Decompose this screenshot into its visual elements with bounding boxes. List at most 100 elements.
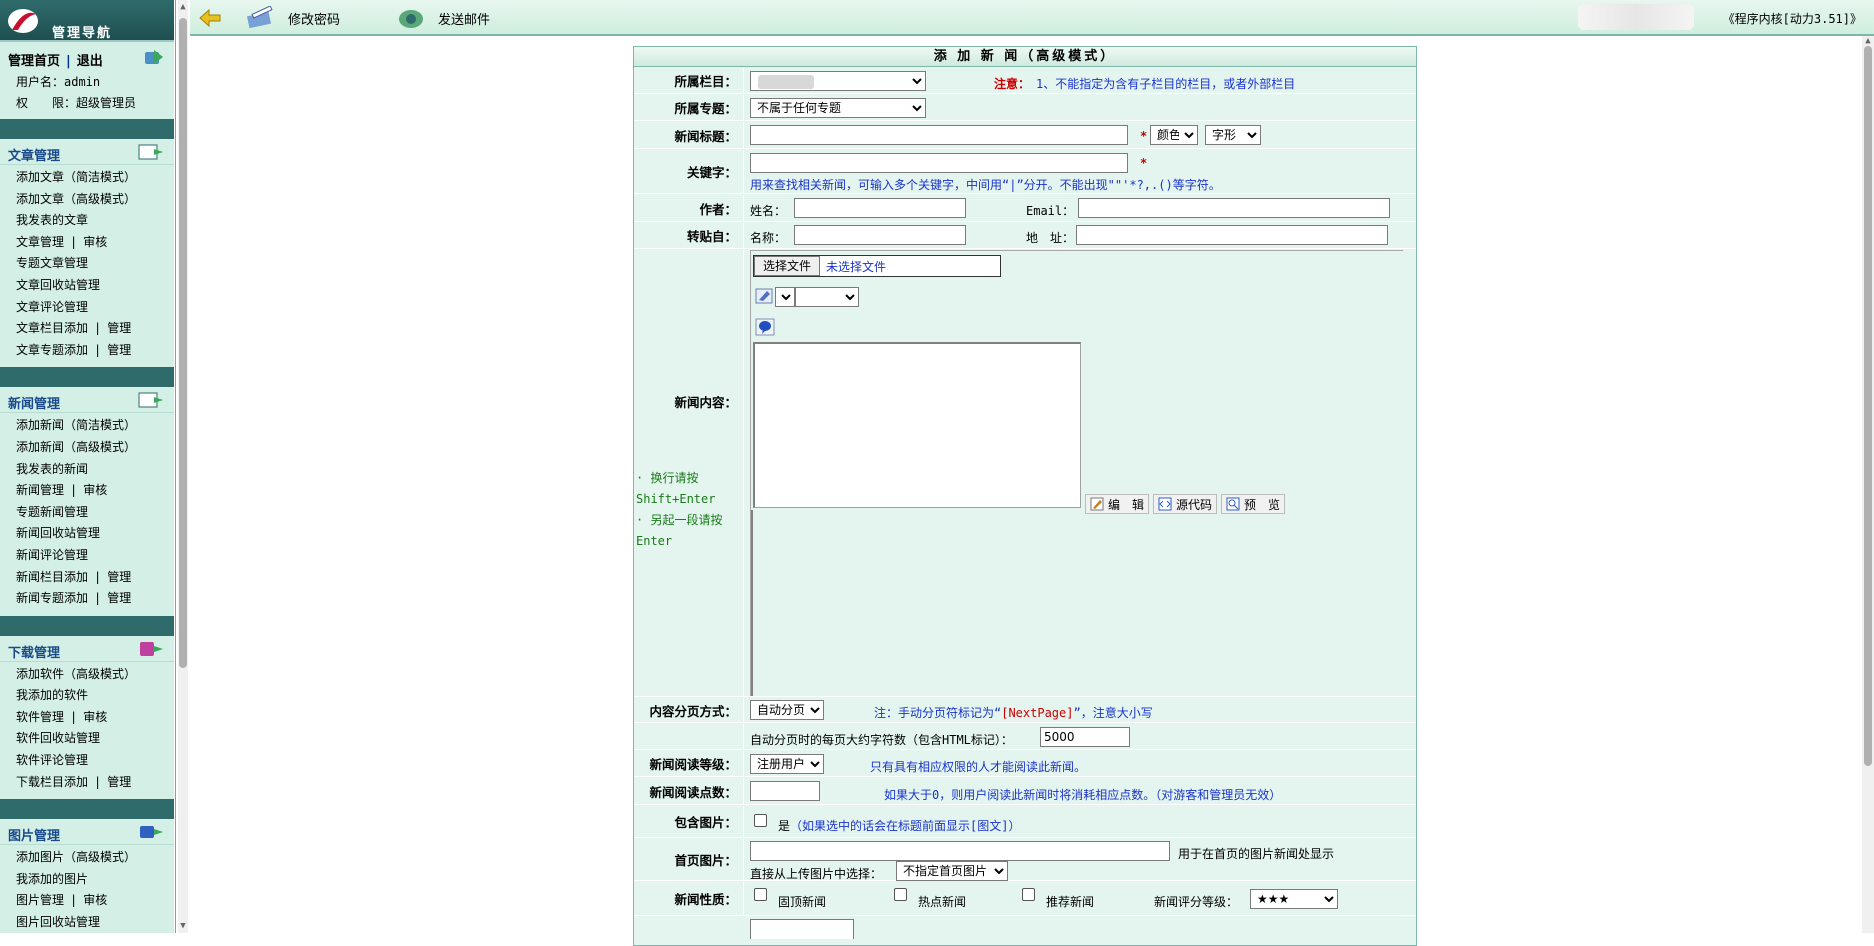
- sidebar-item-sublink[interactable]: 管理: [107, 343, 131, 357]
- sidebar-item-label[interactable]: 新闻回收站管理: [16, 526, 100, 540]
- sidebar-item[interactable]: 添加文章（简洁模式）: [0, 167, 174, 189]
- sidebar-item-sublink[interactable]: 管理: [107, 321, 131, 335]
- source-name-input[interactable]: [794, 225, 966, 245]
- section-header-downloads[interactable]: 下载管理: [0, 635, 174, 662]
- auto-page-size-input[interactable]: [1040, 727, 1130, 747]
- sidebar-item[interactable]: 添加新闻（简洁模式）: [0, 415, 174, 437]
- sidebar-item-label[interactable]: 文章回收站管理: [16, 278, 100, 292]
- sidebar-item[interactable]: 我添加的图片: [0, 869, 174, 891]
- sidebar-item-label[interactable]: 添加新闻（高级模式）: [16, 440, 136, 454]
- home-picture-select[interactable]: 不指定首页图片: [896, 861, 1008, 881]
- scrollbar-thumb[interactable]: [179, 18, 187, 668]
- sidebar-item-label[interactable]: 新闻管理: [16, 483, 64, 497]
- sidebar-item-label[interactable]: 软件管理: [16, 710, 64, 724]
- sidebar-item[interactable]: 新闻栏目添加 | 管理: [0, 567, 174, 589]
- paging-select[interactable]: 自动分页: [750, 700, 824, 720]
- read-level-select[interactable]: 注册用户: [750, 754, 824, 774]
- keywords-input[interactable]: [750, 153, 1128, 173]
- news-title-input[interactable]: [750, 125, 1128, 145]
- refresh-icon[interactable]: [142, 48, 164, 68]
- sidebar-item-label[interactable]: 下载栏目添加: [16, 775, 88, 789]
- scroll-down-icon[interactable]: ▼: [178, 921, 188, 931]
- sidebar-item[interactable]: 图片回收站管理: [0, 912, 174, 933]
- sidebar-item-label[interactable]: 专题新闻管理: [16, 505, 88, 519]
- sidebar-scrollbar[interactable]: ▲ ▼: [178, 0, 188, 933]
- section-header-pictures[interactable]: 图片管理: [0, 819, 174, 846]
- logout-link[interactable]: 退出: [77, 54, 103, 69]
- sidebar-item-sublink[interactable]: 管理: [107, 591, 131, 605]
- sidebar-item-sublink[interactable]: 审核: [83, 483, 107, 497]
- sidebar-item[interactable]: 新闻专题添加 | 管理: [0, 588, 174, 610]
- sidebar-item[interactable]: 文章栏目添加 | 管理: [0, 318, 174, 340]
- sidebar-item[interactable]: 专题新闻管理: [0, 502, 174, 524]
- sidebar-item[interactable]: 软件评论管理: [0, 750, 174, 772]
- send-mail-button[interactable]: 发送邮件: [396, 6, 490, 30]
- sidebar-item-label[interactable]: 软件评论管理: [16, 753, 88, 767]
- sidebar-item-sublink[interactable]: 审核: [83, 893, 107, 907]
- sidebar-item-sublink[interactable]: 管理: [107, 570, 131, 584]
- eraser-icon[interactable]: [755, 287, 773, 305]
- scroll-up-icon[interactable]: ▲: [1862, 36, 1874, 46]
- hot-news-checkbox[interactable]: [894, 888, 907, 901]
- sidebar-item-label[interactable]: 添加文章（简洁模式）: [16, 170, 136, 184]
- recommend-news-checkbox[interactable]: [1022, 888, 1035, 901]
- sidebar-item[interactable]: 文章回收站管理: [0, 275, 174, 297]
- next-field-partial[interactable]: [750, 919, 854, 939]
- sidebar-item-label[interactable]: 图片管理: [16, 893, 64, 907]
- sidebar-item-sublink[interactable]: 审核: [83, 235, 107, 249]
- sidebar-item[interactable]: 图片管理 | 审核: [0, 890, 174, 912]
- scroll-up-icon[interactable]: ▲: [178, 2, 188, 12]
- preview-mode-button[interactable]: 预 览: [1221, 494, 1286, 514]
- sidebar-item[interactable]: 文章管理 | 审核: [0, 232, 174, 254]
- sidebar-item-label[interactable]: 添加软件（高级模式）: [16, 667, 136, 681]
- sidebar-item[interactable]: 文章评论管理: [0, 297, 174, 319]
- back-arrow-icon[interactable]: [198, 8, 222, 28]
- scrollbar-thumb[interactable]: [1864, 46, 1872, 766]
- sidebar-item-label[interactable]: 专题文章管理: [16, 256, 88, 270]
- sidebar-item[interactable]: 我添加的软件: [0, 685, 174, 707]
- sidebar-item-sublink[interactable]: 管理: [107, 775, 131, 789]
- change-password-button[interactable]: 修改密码: [246, 6, 340, 30]
- sidebar-item[interactable]: 我发表的文章: [0, 210, 174, 232]
- rating-select[interactable]: ★★★: [1250, 889, 1338, 909]
- sidebar-item[interactable]: 软件回收站管理: [0, 728, 174, 750]
- home-link[interactable]: 管理首页: [8, 54, 60, 69]
- title-font-select[interactable]: 字形: [1205, 125, 1261, 145]
- source-address-input[interactable]: [1076, 225, 1388, 245]
- edit-mode-button[interactable]: 编 辑: [1085, 494, 1150, 514]
- sidebar-item-label[interactable]: 我添加的软件: [16, 688, 88, 702]
- sidebar-item[interactable]: 下载栏目添加 | 管理: [0, 772, 174, 794]
- sidebar-item-label[interactable]: 添加新闻（简洁模式）: [16, 418, 136, 432]
- choose-file-button[interactable]: 选择文件: [754, 256, 821, 276]
- sidebar-item-label[interactable]: 我发表的新闻: [16, 462, 88, 476]
- sidebar-item-label[interactable]: 我发表的文章: [16, 213, 88, 227]
- content-editor[interactable]: [753, 342, 1081, 508]
- author-name-input[interactable]: [794, 198, 966, 218]
- sidebar-item[interactable]: 添加图片（高级模式）: [0, 847, 174, 869]
- read-points-input[interactable]: [750, 781, 820, 801]
- sidebar-item[interactable]: 专题文章管理: [0, 253, 174, 275]
- font-family-select[interactable]: [795, 287, 859, 307]
- sidebar-item-label[interactable]: 添加图片（高级模式）: [16, 850, 136, 864]
- section-header-news[interactable]: 新闻管理: [0, 387, 174, 414]
- sidebar-item[interactable]: 新闻回收站管理: [0, 523, 174, 545]
- sidebar-item[interactable]: 新闻管理 | 审核: [0, 480, 174, 502]
- help-bubble-icon[interactable]: [755, 318, 775, 336]
- sidebar-item[interactable]: 新闻评论管理: [0, 545, 174, 567]
- author-email-input[interactable]: [1078, 198, 1390, 218]
- source-mode-button[interactable]: 源代码: [1153, 494, 1218, 514]
- home-picture-url-input[interactable]: [750, 841, 1170, 861]
- sidebar-item-sublink[interactable]: 审核: [83, 710, 107, 724]
- file-picker[interactable]: 选择文件 未选择文件: [753, 255, 1001, 277]
- sidebar-item-label[interactable]: 文章专题添加: [16, 343, 88, 357]
- main-scrollbar[interactable]: ▲: [1862, 36, 1874, 933]
- section-header-articles[interactable]: 文章管理: [0, 139, 174, 165]
- sidebar-item[interactable]: 添加文章（高级模式）: [0, 189, 174, 211]
- sidebar-item[interactable]: 添加新闻（高级模式）: [0, 437, 174, 459]
- sidebar-item-label[interactable]: 新闻评论管理: [16, 548, 88, 562]
- topic-select[interactable]: 不属于任何专题: [750, 98, 926, 118]
- sidebar-item[interactable]: 添加软件（高级模式）: [0, 664, 174, 686]
- top-news-checkbox[interactable]: [754, 888, 767, 901]
- sidebar-item-label[interactable]: 新闻栏目添加: [16, 570, 88, 584]
- sidebar-item-label[interactable]: 新闻专题添加: [16, 591, 88, 605]
